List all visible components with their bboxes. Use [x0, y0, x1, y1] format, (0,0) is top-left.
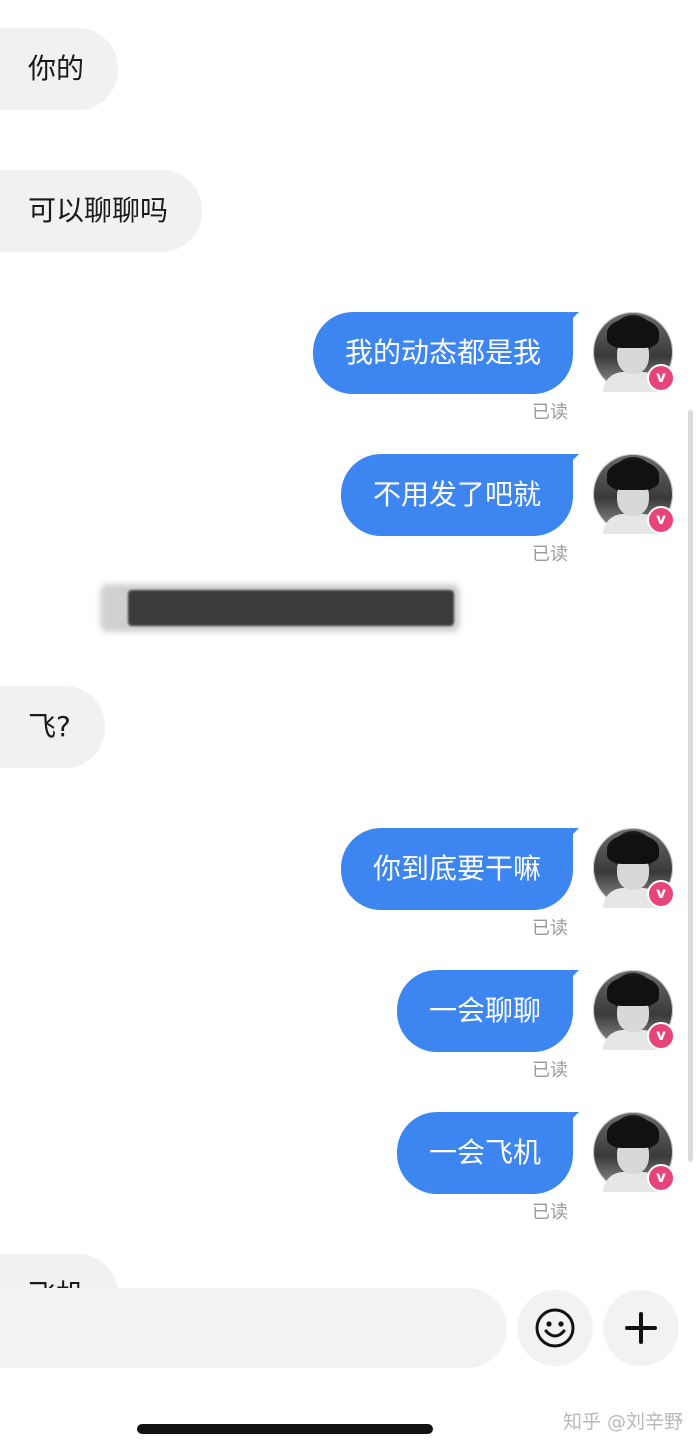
incoming-message[interactable]: 飞机	[0, 1254, 119, 1288]
avatar[interactable]: v	[593, 1112, 675, 1192]
avatar[interactable]: v	[593, 828, 675, 908]
read-receipt: 已读	[532, 1202, 568, 1223]
read-receipt: 已读	[532, 918, 568, 939]
read-receipt: 已读	[532, 544, 568, 565]
avatar[interactable]: v	[593, 970, 675, 1050]
message-input[interactable]	[0, 1288, 507, 1368]
avatar-hair	[607, 318, 659, 348]
watermark: 知乎 @刘辛野	[562, 1411, 683, 1433]
read-receipt: 已读	[532, 402, 568, 423]
more-button[interactable]	[603, 1290, 679, 1366]
verified-badge-icon: v	[647, 1022, 675, 1050]
incoming-message[interactable]: 你的	[0, 28, 119, 110]
read-receipt: 已读	[532, 1060, 568, 1081]
avatar[interactable]: v	[593, 312, 675, 392]
avatar-hair	[607, 460, 659, 490]
outgoing-message[interactable]: 你到底要干嘛	[340, 828, 580, 910]
outgoing-message[interactable]: 一会飞机	[396, 1112, 580, 1194]
redaction-bar	[128, 590, 454, 626]
plus-icon	[625, 1312, 657, 1344]
outgoing-message[interactable]: 不用发了吧就	[340, 454, 580, 536]
incoming-message[interactable]: 飞?	[0, 686, 105, 768]
avatar-hair	[607, 976, 659, 1006]
partial-message-clip: 飞机	[0, 1254, 120, 1288]
avatar[interactable]: v	[593, 454, 675, 534]
verified-badge-icon: v	[647, 1164, 675, 1192]
outgoing-message-row: 一会飞机 已读 v	[0, 1112, 699, 1223]
scrollbar[interactable]	[688, 410, 693, 1162]
verified-badge-icon: v	[647, 364, 675, 392]
smiley-icon	[535, 1308, 575, 1348]
chat-screen: 你的 可以聊聊吗 我的动态都是我 已读 v 不用发了吧就 已读 v 飞? 你到底…	[0, 0, 699, 1450]
outgoing-message[interactable]: 一会聊聊	[396, 970, 580, 1052]
outgoing-message-row: 我的动态都是我 已读 v	[0, 312, 699, 423]
verified-badge-icon: v	[647, 880, 675, 908]
outgoing-message-row: 不用发了吧就 已读 v	[0, 454, 699, 565]
emoji-button[interactable]	[517, 1290, 593, 1366]
outgoing-message-row: 你到底要干嘛 已读 v	[0, 828, 699, 939]
home-indicator[interactable]	[137, 1424, 433, 1434]
avatar-hair	[607, 834, 659, 864]
outgoing-message[interactable]: 我的动态都是我	[312, 312, 580, 394]
avatar-hair	[607, 1118, 659, 1148]
incoming-message[interactable]: 可以聊聊吗	[0, 170, 203, 252]
redacted-message	[100, 580, 465, 638]
verified-badge-icon: v	[647, 506, 675, 534]
outgoing-message-row: 一会聊聊 已读 v	[0, 970, 699, 1081]
